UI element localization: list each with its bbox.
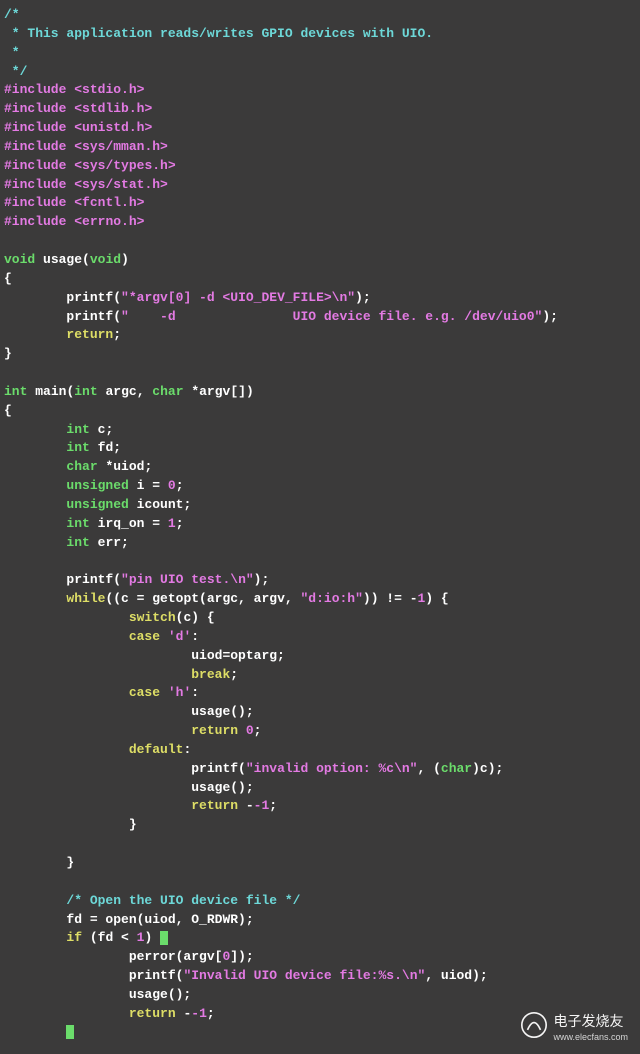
type: int [66, 440, 89, 455]
preproc: #include [4, 101, 66, 116]
cursor-icon [160, 931, 168, 945]
type: unsigned [66, 478, 128, 493]
keyword: while [66, 591, 105, 606]
comment: */ [4, 64, 27, 79]
string: "pin UIO test.\n" [121, 572, 254, 587]
string: "*argv[0] -d <UIO_DEV_FILE>\n" [121, 290, 355, 305]
comment: * This application reads/writes GPIO dev… [4, 26, 433, 41]
comment: * [4, 45, 20, 60]
type: int [74, 384, 97, 399]
keyword: case [129, 629, 160, 644]
code-editor: /* * This application reads/writes GPIO … [4, 6, 636, 1042]
cursor-icon [66, 1025, 74, 1039]
header: <stdlib.h> [74, 101, 152, 116]
string: "Invalid UIO device file:%s.\n" [183, 968, 425, 983]
keyword: default [129, 742, 184, 757]
header: <sys/stat.h> [74, 177, 168, 192]
header: <unistd.h> [74, 120, 152, 135]
keyword: return [66, 327, 113, 342]
header: <errno.h> [74, 214, 144, 229]
header: <sys/mman.h> [74, 139, 168, 154]
type: int [66, 516, 89, 531]
preproc: #include [4, 158, 66, 173]
header: <sys/types.h> [74, 158, 175, 173]
string: "d:io:h" [300, 591, 362, 606]
comment: /* [4, 7, 20, 22]
preproc: #include [4, 177, 66, 192]
keyword: case [129, 685, 160, 700]
type: void [90, 252, 121, 267]
preproc: #include [4, 139, 66, 154]
call: printf [66, 572, 113, 587]
header: <stdio.h> [74, 82, 144, 97]
preproc: #include [4, 214, 66, 229]
char-lit: 'h' [168, 685, 191, 700]
call: printf [66, 309, 113, 324]
logo-icon [521, 1012, 547, 1043]
type: char [152, 384, 183, 399]
keyword: return [191, 798, 238, 813]
type: int [66, 535, 89, 550]
type: unsigned [66, 497, 128, 512]
comment: /* Open the UIO device file */ [66, 893, 300, 908]
type: char [66, 459, 97, 474]
preproc: #include [4, 82, 66, 97]
call: printf [66, 290, 113, 305]
number: 1 [168, 516, 176, 531]
keyword: break [191, 667, 230, 682]
keyword: switch [129, 610, 176, 625]
char-lit: 'd' [168, 629, 191, 644]
keyword: return [129, 1006, 176, 1021]
watermark-sub: www.elecfans.com [553, 1031, 628, 1044]
type: int [4, 384, 27, 399]
keyword: return [191, 723, 238, 738]
keyword: if [66, 930, 82, 945]
preproc: #include [4, 120, 66, 135]
string: "invalid option: %c\n" [246, 761, 418, 776]
fn-name: main [35, 384, 66, 399]
string: " -d UIO device file. e.g. /dev/uio0" [121, 309, 542, 324]
number: 0 [168, 478, 176, 493]
header: <fcntl.h> [74, 195, 144, 210]
preproc: #include [4, 195, 66, 210]
type: void [4, 252, 35, 267]
type: int [66, 422, 89, 437]
fn-name: usage [43, 252, 82, 267]
watermark: 电子发烧友 www.elecfans.com [521, 1011, 628, 1044]
watermark-title: 电子发烧友 [553, 1011, 628, 1031]
